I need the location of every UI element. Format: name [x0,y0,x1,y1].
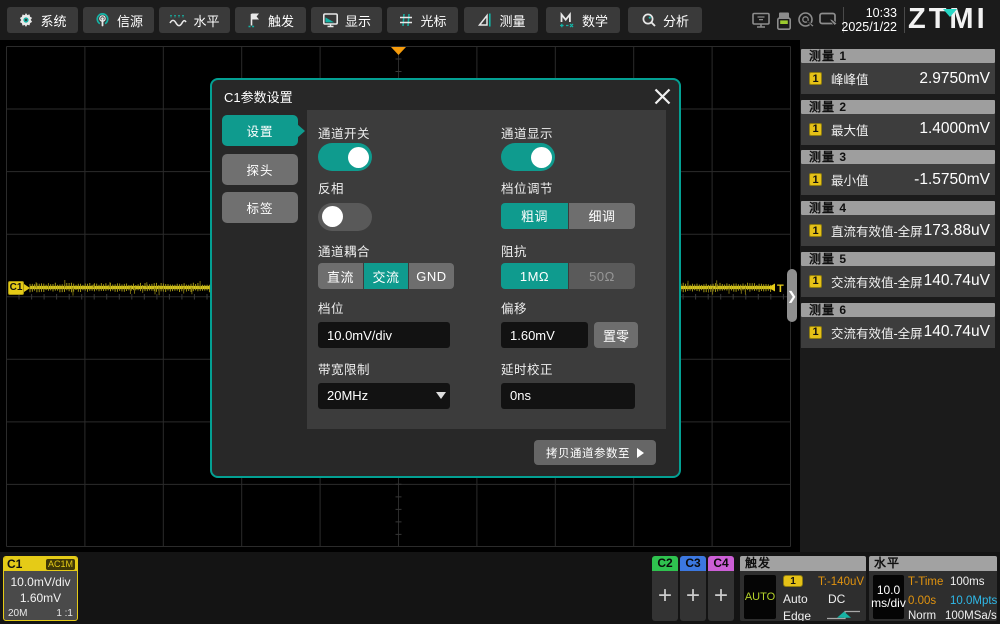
svg-text:T: T [777,283,784,295]
